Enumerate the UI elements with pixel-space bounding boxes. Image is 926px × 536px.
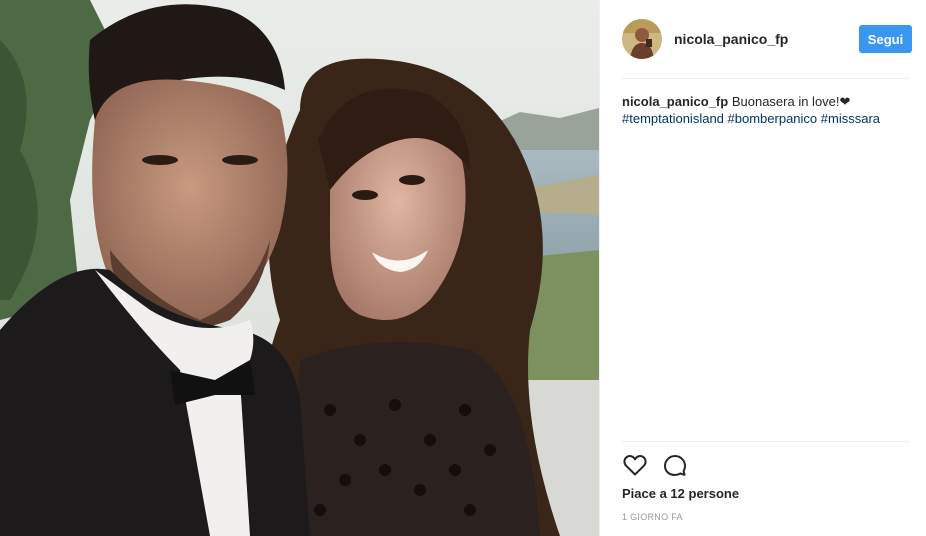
actions-divider (622, 441, 910, 442)
avatar-image (622, 19, 662, 59)
hashtag-link[interactable]: #temptationisland (622, 111, 724, 126)
hashtag-link[interactable]: #bomberpanico (728, 111, 818, 126)
heart-outline-icon[interactable] (622, 452, 648, 478)
caption-text: Buonasera in love! (731, 94, 840, 109)
post-header: nicola_panico_fp Segui (622, 18, 912, 60)
caption-heart: ❤ (839, 94, 851, 109)
post-photo-image (0, 0, 599, 536)
comment-bubble-icon[interactable] (662, 452, 688, 478)
caption-username[interactable]: nicola_panico_fp (622, 94, 728, 109)
instagram-post: nicola_panico_fp Segui nicola_panico_fp … (0, 0, 926, 536)
avatar[interactable] (622, 19, 662, 59)
post-caption: nicola_panico_fp Buonasera in love!❤ #te… (622, 93, 910, 127)
post-photo[interactable] (0, 0, 599, 536)
follow-button[interactable]: Segui (859, 25, 912, 53)
post-sidebar: nicola_panico_fp Segui nicola_panico_fp … (599, 0, 926, 536)
likes-count[interactable]: Piace a 12 persone (622, 486, 739, 501)
username-link[interactable]: nicola_panico_fp (674, 31, 788, 47)
post-timestamp: 1 GIORNO FA (622, 512, 683, 522)
caption-hashtags: #temptationisland #bomberpanico #misssar… (622, 111, 880, 126)
hashtag-link[interactable]: #misssara (821, 111, 880, 126)
post-actions (622, 452, 702, 478)
header-divider (622, 78, 910, 79)
